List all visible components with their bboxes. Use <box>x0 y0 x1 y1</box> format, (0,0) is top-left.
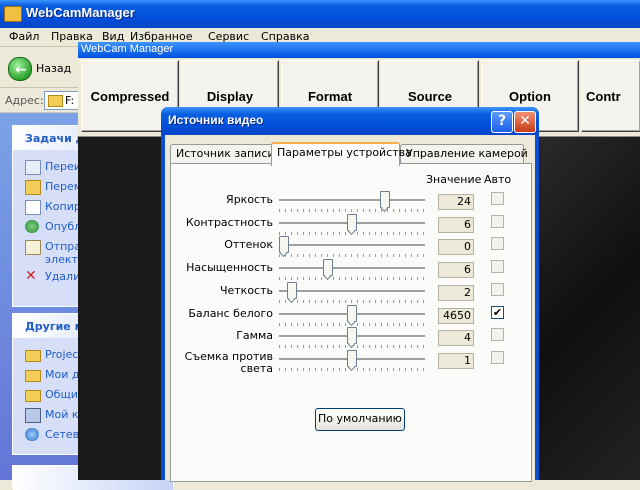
brightness-value: 24 <box>438 194 474 210</box>
hue-slider-thumb[interactable] <box>279 236 289 253</box>
saturation-label: Насыщенность <box>186 261 273 274</box>
rename-icon <box>25 160 41 175</box>
saturation-auto-checkbox[interactable] <box>491 260 504 273</box>
gamma-slider-thumb[interactable] <box>347 327 357 344</box>
control-button[interactable]: Contr <box>581 60 640 132</box>
delete-icon: ✕ <box>25 268 37 284</box>
publish-web-icon <box>25 220 39 233</box>
saturation-slider-track[interactable] <box>279 267 425 270</box>
network-icon <box>25 428 39 441</box>
folder-icon <box>25 350 41 362</box>
saturation-slider-ticks <box>279 277 425 280</box>
sharpness-value: 2 <box>438 285 474 301</box>
address-path: F: <box>65 94 75 107</box>
saturation-slider-thumb[interactable] <box>323 259 333 276</box>
auto-column-header: Авто <box>484 173 512 186</box>
tab-camera-control[interactable]: Управление камерой <box>400 144 528 163</box>
contrast-value: 6 <box>438 217 474 233</box>
dialog-title: Источник видео <box>168 113 264 127</box>
hue-slider-track[interactable] <box>279 244 425 247</box>
tab-capture-source[interactable]: Источник записи <box>170 144 275 163</box>
backlight-value: 1 <box>438 353 474 369</box>
backlight-label: Съемка против света <box>184 350 273 375</box>
brightness-label: Яркость <box>226 193 273 206</box>
back-button[interactable]: ← Назад <box>6 55 76 81</box>
white-balance-slider-thumb[interactable] <box>347 305 357 322</box>
white-balance-value: 4650 <box>438 308 474 324</box>
brightness-auto-checkbox[interactable] <box>491 192 504 205</box>
webcam-manager-title-bar: WebCam Manager <box>78 42 640 58</box>
folder-icon <box>48 95 63 107</box>
back-button-label: Назад <box>36 62 72 75</box>
hue-label: Оттенок <box>224 238 273 251</box>
menu-file[interactable]: Файл <box>9 30 39 43</box>
video-preview <box>540 137 640 480</box>
value-column-header: Значение <box>426 173 482 186</box>
dialog-title-bar: Источник видео ? ✕ <box>161 107 539 135</box>
address-label: Адрес: <box>5 94 44 107</box>
hue-auto-checkbox[interactable] <box>491 237 504 250</box>
brightness-slider-ticks <box>279 209 425 212</box>
white-balance-label: Баланс белого <box>188 307 273 320</box>
help-button[interactable]: ? <box>491 111 513 133</box>
gamma-auto-checkbox[interactable] <box>491 328 504 341</box>
hue-value: 0 <box>438 239 474 255</box>
contrast-slider-thumb[interactable] <box>347 214 357 231</box>
contrast-label: Контрастность <box>185 216 273 229</box>
defaults-button[interactable]: По умолчанию <box>315 408 405 431</box>
contrast-auto-checkbox[interactable] <box>491 215 504 228</box>
my-computer-icon <box>25 408 41 423</box>
gamma-value: 4 <box>438 330 474 346</box>
copy-icon <box>25 200 41 215</box>
sharpness-label: Четкость <box>219 284 273 297</box>
my-documents-icon <box>25 370 41 382</box>
move-icon <box>25 180 41 195</box>
email-icon <box>25 240 41 255</box>
saturation-value: 6 <box>438 262 474 278</box>
tab-device-settings[interactable]: Параметры устройства <box>271 142 412 166</box>
device-settings-panel: Значение Авто Яркость 24 Контрастность 6 Отт… <box>170 163 532 482</box>
folder-app-icon <box>4 6 22 22</box>
backlight-slider-thumb[interactable] <box>347 350 357 367</box>
video-source-dialog: Источник видео ? ✕ Источник записи Парам… <box>161 107 539 482</box>
brightness-slider-track[interactable] <box>279 199 425 202</box>
gamma-label: Гамма <box>236 329 273 342</box>
dialog-body: Источник записи Параметры устройства Упр… <box>165 135 535 482</box>
explorer-title-bar: WebCamManager <box>0 0 640 28</box>
hue-slider-ticks <box>279 254 425 257</box>
sharpness-slider-thumb[interactable] <box>287 282 297 299</box>
sharpness-auto-checkbox[interactable] <box>491 283 504 296</box>
shared-documents-icon <box>25 390 41 402</box>
webcam-manager-title: WebCam Manager <box>81 43 174 55</box>
backlight-auto-checkbox[interactable] <box>491 351 504 364</box>
white-balance-auto-checkbox[interactable]: ✔ <box>491 306 504 319</box>
brightness-slider-thumb[interactable] <box>380 191 390 208</box>
sharpness-slider-track[interactable] <box>279 290 425 293</box>
close-button[interactable]: ✕ <box>514 111 536 133</box>
explorer-title: WebCamManager <box>26 5 135 20</box>
sharpness-slider-ticks <box>279 300 425 303</box>
back-arrow-icon: ← <box>8 57 32 81</box>
